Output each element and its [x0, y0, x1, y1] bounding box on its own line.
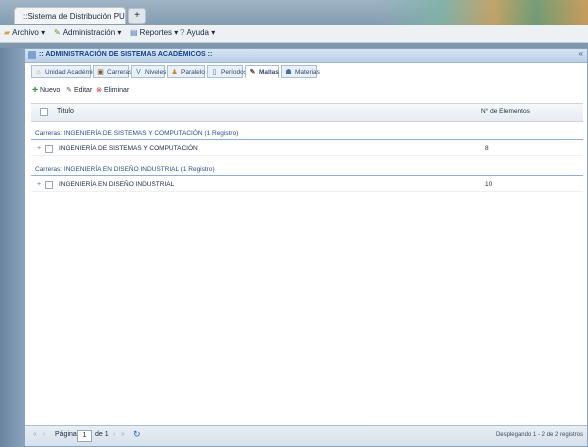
- browser-tab[interactable]: ::Sistema de Distribución PUCESA::: [14, 7, 126, 24]
- folder-icon: ▰: [4, 28, 11, 37]
- tab-label: Niveles: [145, 69, 167, 76]
- grid-header: Titulo N° de Elementos: [31, 103, 583, 122]
- window-title: :: ADMINISTRACIÓN DE SISTEMAS ACADÉMICOS…: [39, 51, 213, 58]
- book-icon: ☗: [285, 69, 292, 76]
- select-all-checkbox[interactable]: [40, 108, 48, 116]
- career-icon: ▣: [97, 69, 104, 76]
- page-of-label: de 1: [95, 431, 109, 438]
- table-row[interactable]: + INGENIERÍA DE SISTEMAS Y COMPUTACIÓN 8: [31, 143, 583, 156]
- tab-label: Paralelo: [181, 69, 205, 76]
- pencil-icon: ✎: [249, 69, 256, 76]
- group-header[interactable]: Carreras: INGENIERÍA DE SISTEMAS Y COMPU…: [31, 127, 583, 140]
- table-row[interactable]: + INGENIERÍA EN DISEÑO INDUSTRIAL 10: [31, 179, 583, 192]
- help-icon: ?: [180, 28, 185, 37]
- tab-periodos[interactable]: ▯ Períodos: [207, 65, 247, 78]
- new-label: Nuevo: [40, 87, 61, 94]
- edit-button[interactable]: ✎ Editar: [65, 86, 92, 94]
- row-checkbox[interactable]: [45, 181, 53, 189]
- window-title-bar: :: ADMINISTRACIÓN DE SISTEMAS ACADÉMICOS…: [25, 49, 587, 63]
- menu-ayuda[interactable]: ? Ayuda ▾: [180, 28, 215, 37]
- tab-unidad-academica[interactable]: ⌂ Unidad Académica: [31, 65, 99, 78]
- building-icon: ⌂: [36, 69, 41, 76]
- left-panel-edge: [0, 48, 24, 447]
- new-button[interactable]: ✚ Nuevo: [31, 86, 60, 94]
- delete-label: Eliminar: [104, 87, 130, 94]
- calendar-icon: ▯: [212, 69, 217, 76]
- tab-mallas[interactable]: ✎ Mallas: [245, 65, 279, 78]
- expand-icon[interactable]: +: [37, 145, 41, 152]
- page-input[interactable]: 1: [77, 430, 92, 442]
- row-checkbox[interactable]: [45, 145, 53, 153]
- group-header[interactable]: Carreras: INGENIERÍA EN DISEÑO INDUSTRIA…: [31, 163, 583, 176]
- tab-materias[interactable]: ☗ Materias: [281, 65, 320, 78]
- browser-tab-bar: ::Sistema de Distribución PUCESA:: +: [0, 0, 588, 26]
- column-header-title[interactable]: Titulo: [57, 108, 74, 115]
- row-title: INGENIERÍA DE SISTEMAS Y COMPUTACIÓN: [59, 145, 198, 152]
- refresh-icon[interactable]: ↻: [133, 429, 141, 440]
- row-title: INGENIERÍA EN DISEÑO INDUSTRIAL: [59, 181, 175, 188]
- menu-archivo-label: Archivo: [12, 28, 39, 37]
- tab-paralelo[interactable]: ♟ Paralelo: [167, 65, 205, 78]
- report-icon: ▤: [130, 28, 138, 37]
- last-page-icon[interactable]: »: [121, 431, 125, 438]
- app-menubar: ▰ Archivo ▾ ✎ Administración ▾ ▤ Reportes ▾…: [0, 25, 588, 43]
- add-icon: ✚: [32, 87, 38, 94]
- tab-label: Unidad Académica: [45, 69, 100, 76]
- menu-archivo[interactable]: ▰ Archivo ▾: [4, 28, 45, 37]
- tab-label: Materias: [295, 69, 320, 76]
- delete-icon: ⊗: [96, 87, 102, 94]
- group-icon: ♟: [171, 69, 178, 76]
- edit-label: Editar: [74, 87, 93, 94]
- wrench-icon: ✎: [54, 28, 61, 37]
- page-label: Página: [55, 431, 77, 438]
- tab-label: Carreras: [107, 69, 133, 76]
- tab-niveles[interactable]: V Niveles: [131, 65, 167, 78]
- prev-page-icon[interactable]: ‹: [43, 431, 45, 438]
- next-page-icon[interactable]: ›: [113, 431, 115, 438]
- menu-administracion-label: Administración: [62, 28, 116, 37]
- tab-carreras[interactable]: ▣ Carreras: [93, 65, 133, 78]
- menu-reportes[interactable]: ▤ Reportes ▾: [130, 28, 178, 37]
- row-count: 10: [485, 181, 493, 188]
- window-icon: [28, 51, 36, 59]
- expand-icon[interactable]: +: [37, 181, 41, 188]
- admin-window: :: ADMINISTRACIÓN DE SISTEMAS ACADÉMICOS…: [24, 48, 588, 447]
- menu-reportes-label: Reportes: [139, 28, 173, 37]
- paging-info: Desplegando 1 - 2 de 2 registros: [495, 432, 583, 438]
- levels-icon: V: [136, 69, 141, 76]
- tab-label: Mallas: [259, 69, 279, 76]
- menu-ayuda-label: Ayuda: [186, 28, 209, 37]
- paging-toolbar: « ‹ Página 1 de 1 › » ↻ Desplegando 1 - …: [25, 425, 587, 446]
- collapse-icon[interactable]: «: [579, 49, 583, 58]
- menu-administracion[interactable]: ✎ Administración ▾: [54, 28, 121, 37]
- first-page-icon[interactable]: «: [33, 431, 37, 438]
- row-count: 8: [485, 145, 489, 152]
- column-header-count[interactable]: N° de Elementos: [481, 108, 530, 115]
- pencil-icon: ✎: [66, 87, 72, 94]
- tab-label: Períodos: [221, 69, 248, 76]
- new-tab-button[interactable]: +: [128, 8, 146, 24]
- delete-button[interactable]: ⊗ Eliminar: [95, 86, 129, 94]
